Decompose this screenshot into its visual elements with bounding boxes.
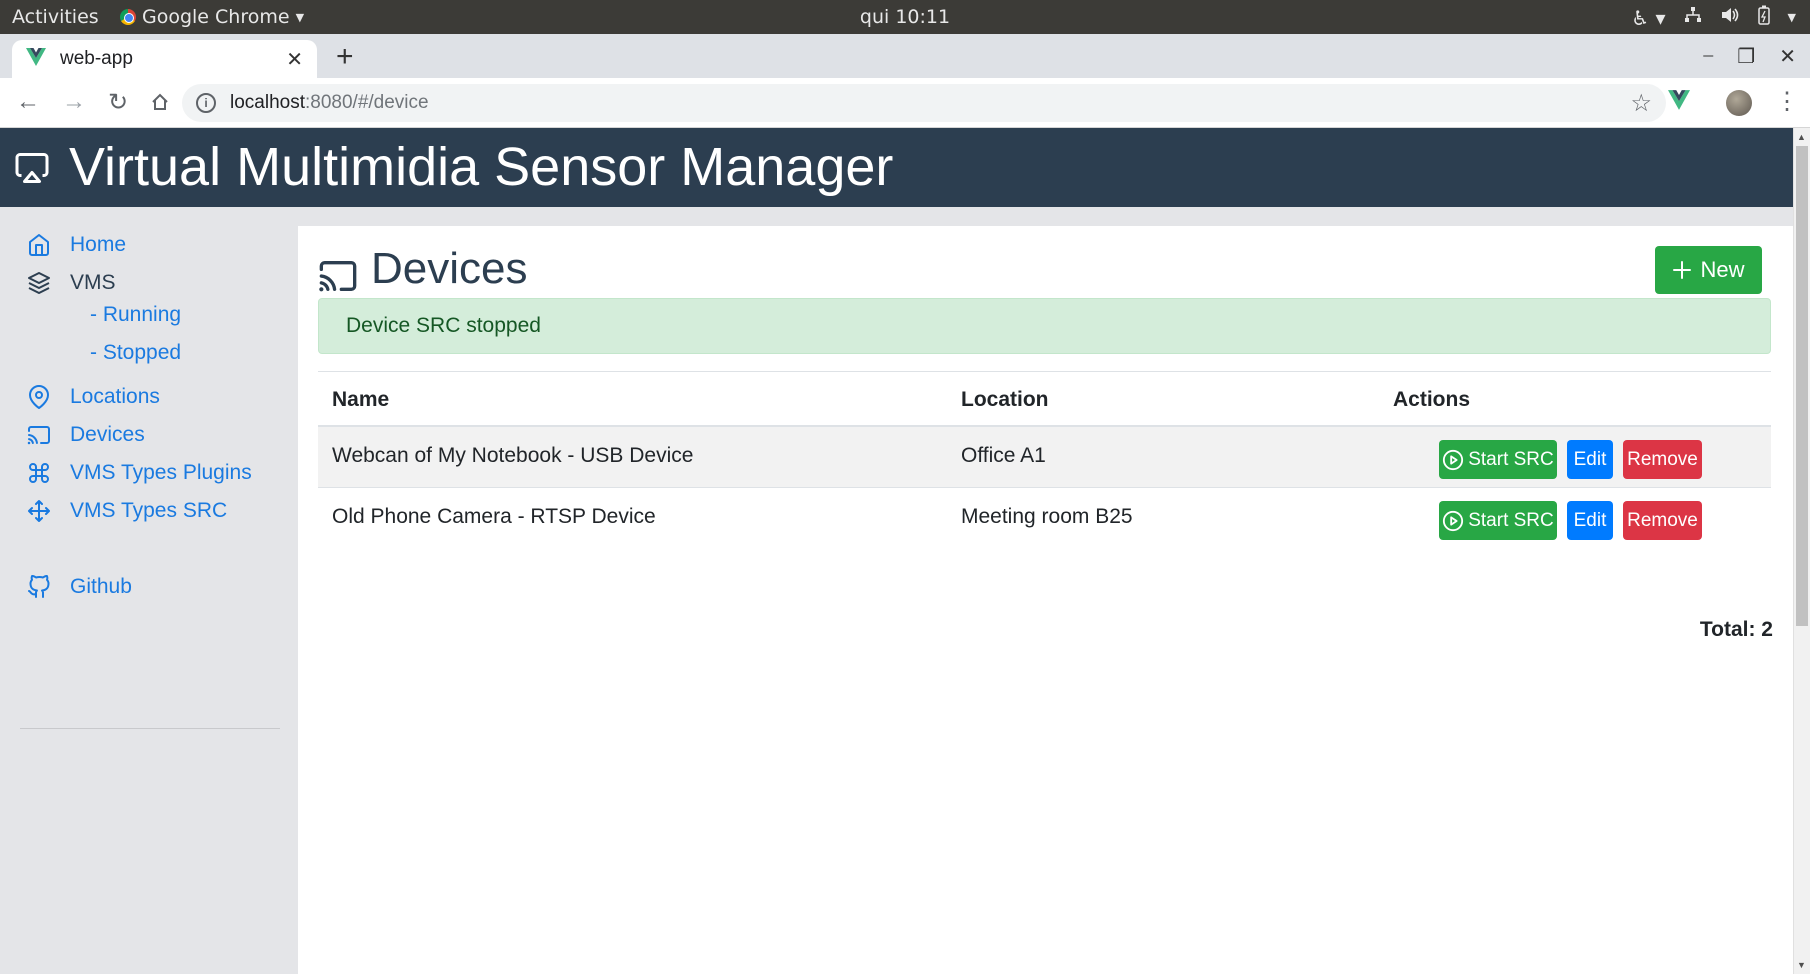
table-header-row: Name Location Actions [318, 371, 1771, 425]
sidebar-item-stopped[interactable]: - Stopped [90, 341, 181, 365]
browser-tab[interactable]: web-app ✕ [12, 40, 317, 78]
sidebar-item-label: Locations [70, 385, 160, 408]
device-location: Meeting room B25 [961, 505, 1133, 528]
sidebar-divider [20, 728, 280, 729]
edit-button[interactable]: Edit [1567, 501, 1613, 540]
vue-favicon-icon [26, 47, 46, 71]
sidebar-item-vms[interactable]: VMS [24, 268, 116, 298]
sidebar-item-label: Home [70, 233, 127, 256]
device-location: Office A1 [961, 444, 1046, 467]
new-button-label: New [1700, 257, 1745, 282]
cast-icon [318, 256, 358, 301]
system-menu-icon[interactable]: ▼ [1788, 11, 1796, 24]
sidebar-item-label: Github [70, 575, 132, 598]
profile-avatar[interactable] [1726, 90, 1752, 116]
network-icon[interactable] [1684, 6, 1702, 29]
back-icon[interactable]: ← [16, 88, 40, 119]
play-circle-icon [1443, 510, 1464, 531]
chrome-icon [120, 9, 136, 25]
sidebar-item-locations[interactable]: Locations [24, 382, 160, 412]
tab-strip: web-app ✕ + ⎯ ❐ ✕ [0, 34, 1810, 78]
table-row: Old Phone Camera - RTSP Device Meeting r… [318, 487, 1771, 549]
sidebar-item-home[interactable]: Home [24, 230, 126, 260]
move-icon [24, 496, 54, 526]
new-tab-icon[interactable]: + [336, 40, 354, 74]
activities-button[interactable]: Activities [12, 6, 99, 28]
close-tab-icon[interactable]: ✕ [286, 47, 303, 72]
address-bar[interactable]: i localhost:8080/#/device ☆ [182, 84, 1666, 122]
start-src-label: Start SRC [1468, 509, 1554, 531]
scroll-down-icon[interactable]: ▼ [1797, 960, 1806, 970]
page-title: Devices [371, 244, 528, 293]
os-top-bar: Activities Google Chrome ▼ qui 10:11 ♿ ▾… [0, 0, 1810, 34]
close-window-icon[interactable]: ✕ [1779, 44, 1796, 69]
column-header-actions: Actions [1393, 388, 1471, 411]
column-header-name[interactable]: Name [332, 388, 389, 412]
app-title: Virtual Multimidia Sensor Manager [69, 137, 894, 197]
accessibility-icon[interactable]: ♿ ▾ [1631, 6, 1665, 30]
kebab-menu-icon[interactable]: ⋮ [1775, 87, 1799, 116]
cast-icon [24, 420, 54, 450]
plus-icon [1673, 261, 1692, 279]
sidebar-item-github[interactable]: Github [24, 572, 132, 602]
column-header-location[interactable]: Location [961, 388, 1049, 412]
reload-icon[interactable]: ↻ [108, 88, 128, 119]
sidebar-item-running[interactable]: - Running [90, 303, 181, 327]
sidebar: Home VMS - Running - Stopped Locations D… [0, 226, 297, 974]
total-count: Total: 2 [1699, 618, 1773, 641]
devices-table: Name Location Actions Webcan of My Noteb… [318, 371, 1771, 549]
bookmark-star-icon[interactable]: ☆ [1630, 89, 1652, 118]
device-name: Webcan of My Notebook - USB Device [332, 444, 694, 467]
home-icon [24, 230, 54, 260]
url-text[interactable]: localhost:8080/#/device [230, 92, 1630, 114]
app-header: Virtual Multimidia Sensor Manager [0, 128, 1793, 207]
page-viewport: Virtual Multimidia Sensor Manager Home V… [0, 128, 1810, 974]
scroll-up-icon[interactable]: ▲ [1797, 132, 1806, 142]
start-src-button[interactable]: Start SRC [1439, 440, 1557, 479]
vue-devtools-extension-icon[interactable] [1668, 90, 1690, 116]
remove-button[interactable]: Remove [1623, 440, 1702, 479]
page-scrollbar[interactable]: ▲ ▼ [1793, 128, 1810, 974]
start-src-button[interactable]: Start SRC [1439, 501, 1557, 540]
volume-icon[interactable] [1720, 6, 1740, 29]
caret-down-icon: ▼ [295, 10, 305, 24]
clock[interactable]: qui 10:11 [860, 6, 950, 28]
scrollbar-thumb[interactable] [1796, 146, 1808, 626]
layers-icon [24, 268, 54, 298]
command-icon [24, 458, 54, 488]
tab-title: web-app [60, 48, 133, 69]
app-menu[interactable]: Google Chrome ▼ [120, 6, 304, 28]
restore-icon[interactable]: ❐ [1737, 44, 1755, 69]
forward-icon[interactable]: → [62, 88, 86, 119]
minimize-icon[interactable]: ⎯ [1703, 44, 1713, 69]
sidebar-item-vms-types-plugins[interactable]: VMS Types Plugins [24, 458, 252, 488]
sidebar-item-label: VMS Types SRC [70, 499, 228, 522]
cast-logo-icon [14, 150, 50, 191]
play-circle-icon [1443, 449, 1464, 470]
device-name: Old Phone Camera - RTSP Device [332, 505, 656, 528]
sidebar-item-label: VMS [70, 271, 116, 294]
table-row: Webcan of My Notebook - USB Device Offic… [318, 425, 1771, 487]
site-info-icon[interactable]: i [196, 93, 216, 113]
map-pin-icon [24, 382, 54, 412]
home-icon[interactable] [150, 88, 170, 119]
sidebar-item-vms-types-src[interactable]: VMS Types SRC [24, 496, 227, 526]
success-alert: Device SRC stopped [318, 298, 1771, 354]
url-path: :8080/#/device [305, 92, 429, 113]
app-menu-label: Google Chrome [142, 6, 290, 28]
github-icon [24, 572, 54, 602]
battery-icon[interactable] [1757, 5, 1770, 30]
new-device-button[interactable]: New [1655, 246, 1762, 294]
start-src-label: Start SRC [1468, 448, 1554, 470]
remove-button[interactable]: Remove [1623, 501, 1702, 540]
browser-toolbar: ← → ↻ i localhost:8080/#/device ☆ ⋮ [0, 78, 1810, 128]
edit-button[interactable]: Edit [1567, 440, 1613, 479]
main-content: Devices New Device SRC stopped Name Loca… [298, 226, 1793, 974]
sidebar-item-label: Devices [70, 423, 145, 446]
url-host: localhost [230, 92, 305, 113]
sidebar-item-devices[interactable]: Devices [24, 420, 145, 450]
sidebar-item-label: VMS Types Plugins [70, 461, 252, 484]
